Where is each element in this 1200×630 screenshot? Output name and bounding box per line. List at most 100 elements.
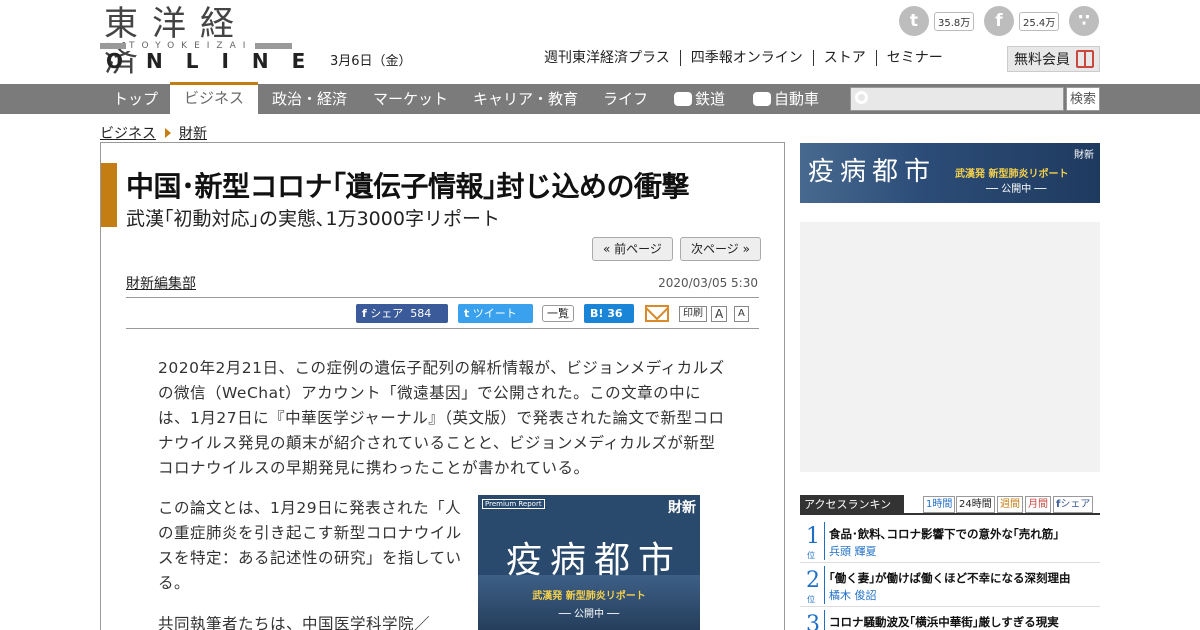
breadcrumb: ビジネス 財新 xyxy=(100,123,207,143)
nav-item-life[interactable]: ライフ xyxy=(603,84,648,114)
rank-number: 1 xyxy=(806,524,820,549)
hatena-bookmark-button[interactable]: B! 36 xyxy=(584,304,634,323)
nav-item-market[interactable]: マーケット xyxy=(373,84,448,114)
ranking-header: アクセスランキング 1時間 24時間 週間 月間 fシェア xyxy=(800,495,1100,531)
rank-number: 3 xyxy=(806,612,820,630)
article-paragraph: 共同執筆者たちは、中国医学科学院／ xyxy=(158,615,431,630)
nav-item-politics[interactable]: 政治・経済 xyxy=(272,84,347,114)
nav-item-business[interactable]: ビジネス xyxy=(170,82,259,114)
rank-divider xyxy=(824,522,825,560)
sidebar-promo-line2: ── 公開中 ── xyxy=(986,184,1047,195)
tab-share-label: シェア xyxy=(1060,499,1091,510)
caixin-logo: 財新 xyxy=(1074,150,1094,161)
article: 中国･新型コロナ｢遺伝子情報｣封じ込めの衝撃 武漢｢初動対応｣の実態､1万300… xyxy=(100,142,785,630)
tweet-button[interactable]: t ツイート xyxy=(458,304,533,323)
next-page-button[interactable]: 次ページ » xyxy=(680,237,761,261)
article-title: 中国･新型コロナ｢遺伝子情報｣封じ込めの衝撃 xyxy=(126,170,690,203)
list-button[interactable]: 一覧 xyxy=(542,305,574,322)
twitter-follow[interactable]: t 35.8万 xyxy=(899,6,975,36)
divider xyxy=(126,328,759,329)
site-header: 東洋経済 TOYOKEIZAI ONLINE 3月6日（金） t 35.8万 f… xyxy=(0,0,1200,84)
ad-slot xyxy=(800,222,1100,472)
ranking-label: アクセスランキング xyxy=(800,495,904,531)
nav-item-railway[interactable]: 鉄道 xyxy=(674,84,725,114)
header-date: 3月6日（金） xyxy=(330,54,412,69)
promo-line1: 武漢発 新型肺炎リポート xyxy=(532,591,646,602)
publish-date: 2020/03/05 5:30 xyxy=(658,276,758,290)
rank-divider xyxy=(824,566,825,604)
hatena-icon: B! xyxy=(590,307,604,320)
breadcrumb-arrow-icon xyxy=(165,128,171,138)
facebook-share-button[interactable]: f シェア 584 xyxy=(356,304,448,323)
nav-car-label: 自動車 xyxy=(774,90,820,108)
inline-promo-banner[interactable]: Premium Report 財新 疫病都市 武漢発 新型肺炎リポート ── 公… xyxy=(478,495,700,630)
link-weekly-plus[interactable]: 週刊東洋経済プラス xyxy=(534,50,680,66)
rank-number: 2 xyxy=(806,568,820,593)
main-nav: トップ ビジネス 政治・経済 マーケット キャリア・教育 ライフ 鉄道 自動車 … xyxy=(0,82,1200,114)
facebook-follow[interactable]: f 25.4万 xyxy=(984,6,1060,36)
tab-monthly[interactable]: 月間 xyxy=(1025,496,1051,513)
nav-item-car[interactable]: 自動車 xyxy=(753,84,819,114)
font-small-button[interactable]: A xyxy=(734,306,749,322)
car-icon xyxy=(753,92,771,106)
facebook-count: 25.4万 xyxy=(1019,11,1060,31)
rank-suffix: 位 xyxy=(807,595,815,604)
link-seminar[interactable]: セミナー xyxy=(875,50,953,66)
rank-divider xyxy=(824,610,825,630)
twitter-icon: t xyxy=(899,6,929,36)
free-member-button[interactable]: 無料会員 xyxy=(1007,46,1100,72)
rss-icon: ∵ xyxy=(1069,6,1099,36)
hatena-count: 36 xyxy=(607,307,623,320)
sidebar-promo-line1: 武漢発 新型肺炎リポート xyxy=(955,169,1069,180)
facebook-share-label: シェア xyxy=(370,307,404,320)
twitter-icon: t xyxy=(464,307,470,320)
caixin-logo: 財新 xyxy=(668,500,696,516)
article-author[interactable]: 財新編集部 xyxy=(126,273,196,293)
header-links: 週刊東洋経済プラス 四季報オンライン ストア セミナー xyxy=(534,50,953,66)
gift-icon xyxy=(1076,50,1094,68)
search-button[interactable]: 検索 xyxy=(1066,87,1100,111)
breadcrumb-caixin[interactable]: 財新 xyxy=(179,126,207,142)
facebook-icon: f xyxy=(984,6,1014,36)
ranking-author: 橘木 俊詔 xyxy=(829,589,877,602)
promo-line2: ── 公開中 ── xyxy=(558,609,620,620)
prev-page-button[interactable]: « 前ページ xyxy=(592,237,673,261)
logo-online: ONLINE xyxy=(106,49,329,73)
title-accent-bar xyxy=(101,163,117,227)
facebook-share-count: 584 xyxy=(410,307,432,320)
rank-suffix: 位 xyxy=(807,551,815,560)
sidebar-promo-banner[interactable]: 疫病都市 財新 武漢発 新型肺炎リポート ── 公開中 ── xyxy=(800,143,1100,203)
facebook-icon: f xyxy=(362,307,367,320)
member-label: 無料会員 xyxy=(1014,52,1070,68)
search-icon xyxy=(855,91,868,104)
site-logo[interactable]: 東洋経済 TOYOKEIZAI ONLINE xyxy=(100,6,305,78)
article-subtitle: 武漢｢初動対応｣の実態､1万3000字リポート xyxy=(126,208,500,230)
ranking-item[interactable]: 1 位 食品･飲料､コロナ影響下での意外な｢売れ筋｣ 兵頭 輝夏 xyxy=(800,520,1100,563)
tab-1hour[interactable]: 1時間 xyxy=(923,496,956,513)
nav-railway-label: 鉄道 xyxy=(695,90,726,108)
nav-item-top[interactable]: トップ xyxy=(113,84,158,114)
ranking-author: 兵頭 輝夏 xyxy=(829,545,877,558)
sidebar-promo-headline: 疫病都市 xyxy=(808,157,937,187)
ranking-title: ｢働く妻｣が働けば働くほど不幸になる深刻理由 xyxy=(829,571,1071,585)
breadcrumb-business[interactable]: ビジネス xyxy=(100,126,156,142)
ranking-item[interactable]: 2 位 ｢働く妻｣が働けば働くほど不幸になる深刻理由 橘木 俊詔 xyxy=(800,564,1100,607)
rss-link[interactable]: ∵ xyxy=(1069,6,1099,36)
nav-item-career[interactable]: キャリア・教育 xyxy=(473,84,578,114)
mail-icon[interactable] xyxy=(645,305,669,322)
ranking-item[interactable]: 3 位 コロナ騒動波及｢横浜中華街｣厳しすぎる現実 xyxy=(800,608,1100,630)
train-icon xyxy=(674,92,692,106)
tab-weekly[interactable]: 週間 xyxy=(997,496,1023,513)
article-paragraph: 2020年2月21日、この症例の遺伝子配列の解析情報が、ビジョンメディカルズの微… xyxy=(158,359,725,477)
tab-share[interactable]: fシェア xyxy=(1053,496,1094,513)
search-input[interactable] xyxy=(850,87,1064,111)
link-shikiho[interactable]: 四季報オンライン xyxy=(679,50,813,66)
tab-24hours[interactable]: 24時間 xyxy=(956,496,995,513)
twitter-count: 35.8万 xyxy=(934,11,975,31)
ranking-title: コロナ騒動波及｢横浜中華街｣厳しすぎる現実 xyxy=(829,615,1059,629)
link-store[interactable]: ストア xyxy=(812,50,876,66)
ranking-title: 食品･飲料､コロナ影響下での意外な｢売れ筋｣ xyxy=(829,527,1059,541)
font-large-button[interactable]: A xyxy=(711,306,728,322)
print-button[interactable]: 印刷 xyxy=(679,306,707,322)
promo-headline: 疫病都市 xyxy=(506,540,683,581)
